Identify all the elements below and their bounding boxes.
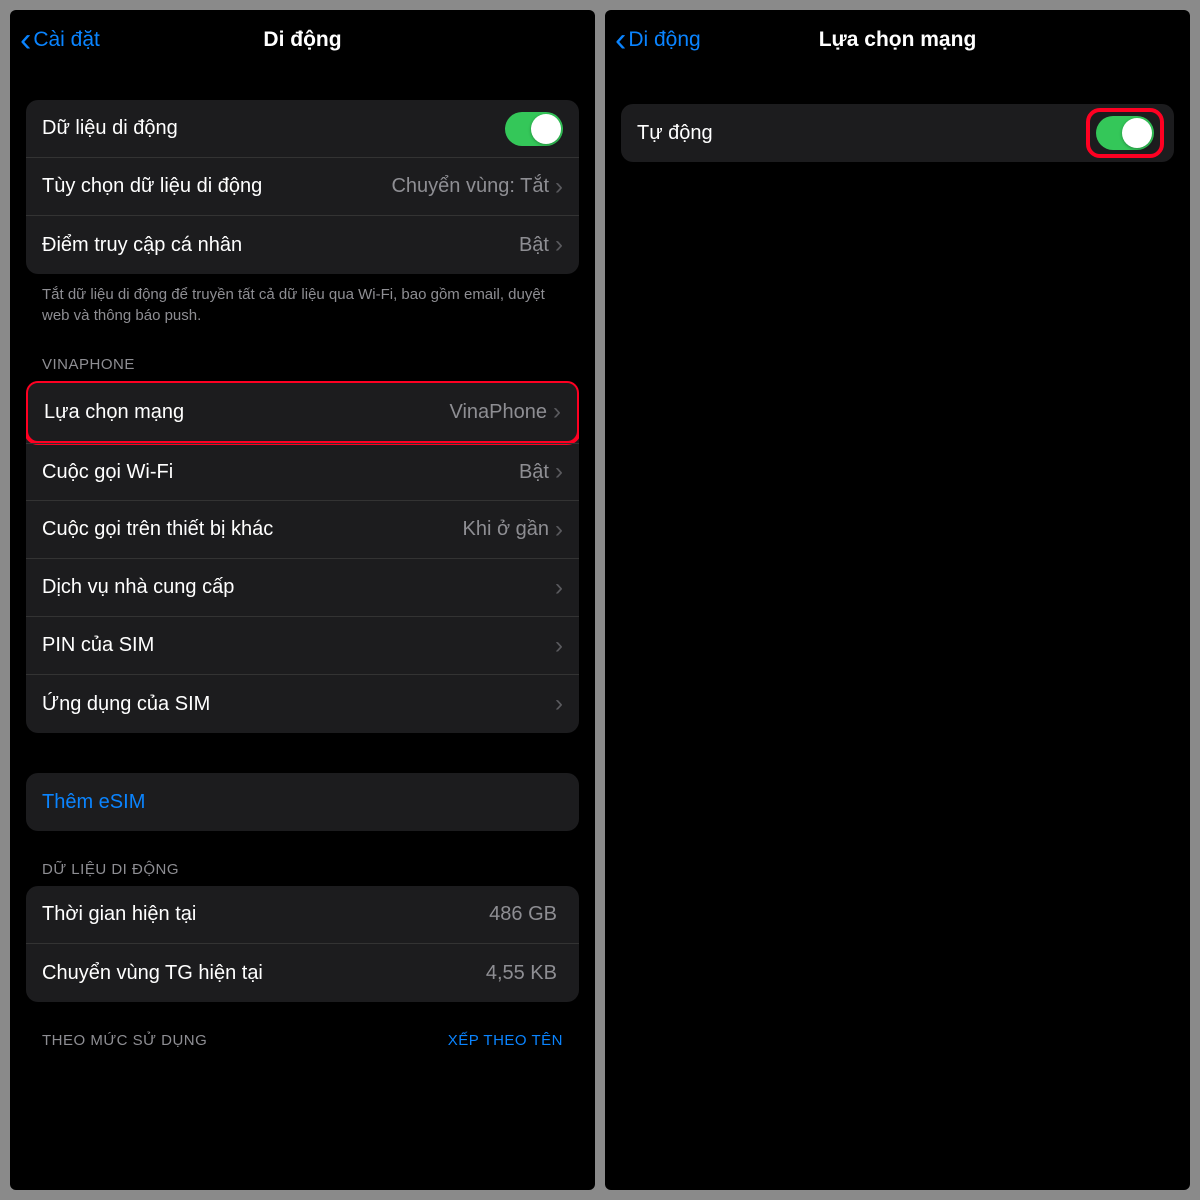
chevron-right-icon: › (555, 173, 563, 201)
chevron-right-icon: › (555, 632, 563, 660)
back-button[interactable]: ‹ Di động (615, 23, 701, 57)
row-current-roaming[interactable]: Chuyển vùng TG hiện tại 4,55 KB (26, 944, 579, 1002)
chevron-left-icon: ‹ (20, 23, 31, 57)
row-cellular-data[interactable]: Dữ liệu di động (26, 100, 579, 158)
group-cellular: Dữ liệu di động Tùy chọn dữ liệu di động… (26, 100, 579, 274)
highlight-automatic-toggle (1086, 108, 1164, 158)
current-period-label: Thời gian hiện tại (42, 903, 196, 926)
row-add-esim[interactable]: Thêm eSIM (26, 773, 579, 831)
group-automatic: Tự động (621, 104, 1174, 162)
back-button[interactable]: ‹ Cài đặt (20, 23, 100, 57)
current-roaming-label: Chuyển vùng TG hiện tại (42, 962, 263, 985)
highlight-network-selection: Lựa chọn mạng VinaPhone › (26, 381, 579, 445)
back-label: Cài đặt (33, 28, 100, 52)
cellular-options-value: Chuyển vùng: Tắt (391, 175, 549, 198)
row-cellular-options[interactable]: Tùy chọn dữ liệu di động Chuyển vùng: Tắ… (26, 158, 579, 216)
current-period-value: 486 GB (489, 903, 557, 926)
other-devices-label: Cuộc gọi trên thiết bị khác (42, 518, 273, 541)
other-devices-value: Khi ở gần (462, 518, 549, 541)
settings-content: Tự động (605, 70, 1190, 1190)
row-wifi-calling[interactable]: Cuộc gọi Wi-Fi Bật › (26, 443, 579, 501)
chevron-right-icon: › (555, 458, 563, 486)
row-automatic[interactable]: Tự động (621, 104, 1174, 162)
phone-right: ‹ Di động Lựa chọn mạng Tự động (605, 10, 1190, 1190)
row-sim-applications[interactable]: Ứng dụng của SIM › (26, 675, 579, 733)
settings-content: Dữ liệu di động Tùy chọn dữ liệu di động… (10, 70, 595, 1190)
hotspot-value: Bật (519, 234, 549, 257)
group-esim: Thêm eSIM (26, 773, 579, 831)
usage-header-label: THEO MỨC SỬ DỤNG (42, 1032, 207, 1049)
cellular-footer-text: Tắt dữ liệu di động để truyền tất cả dữ … (26, 274, 579, 326)
wifi-calling-label: Cuộc gọi Wi-Fi (42, 461, 173, 484)
cellular-data-toggle[interactable] (505, 112, 563, 146)
chevron-right-icon: › (555, 574, 563, 602)
back-label: Di động (628, 28, 700, 52)
row-hotspot[interactable]: Điểm truy cập cá nhân Bật › (26, 216, 579, 274)
chevron-left-icon: ‹ (615, 23, 626, 57)
network-selection-label: Lựa chọn mạng (44, 401, 184, 424)
add-esim-label: Thêm eSIM (42, 791, 145, 814)
group-data-usage: Thời gian hiện tại 486 GB Chuyển vùng TG… (26, 886, 579, 1002)
chevron-right-icon: › (555, 516, 563, 544)
sort-button[interactable]: XẾP THEO TÊN (448, 1032, 563, 1049)
row-carrier-services[interactable]: Dịch vụ nhà cung cấp › (26, 559, 579, 617)
chevron-right-icon: › (555, 231, 563, 259)
phone-left: ‹ Cài đặt Di động Dữ liệu di động Tùy ch… (10, 10, 595, 1190)
chevron-right-icon: › (555, 690, 563, 718)
chevron-right-icon: › (553, 398, 561, 426)
sim-pin-label: PIN của SIM (42, 634, 154, 657)
network-selection-value: VinaPhone (450, 401, 548, 424)
automatic-label: Tự động (637, 122, 713, 145)
row-network-selection[interactable]: Lựa chọn mạng VinaPhone › (28, 383, 577, 441)
nav-bar: ‹ Cài đặt Di động (10, 10, 595, 70)
group-carrier: Lựa chọn mạng VinaPhone › Cuộc gọi Wi-Fi… (26, 381, 579, 733)
carrier-services-label: Dịch vụ nhà cung cấp (42, 576, 234, 599)
wifi-calling-value: Bật (519, 461, 549, 484)
automatic-toggle[interactable] (1096, 116, 1154, 150)
carrier-header: VINAPHONE (26, 326, 579, 381)
usage-sort-header: THEO MỨC SỬ DỤNG XẾP THEO TÊN (26, 1002, 579, 1057)
nav-bar: ‹ Di động Lựa chọn mạng (605, 10, 1190, 70)
hotspot-label: Điểm truy cập cá nhân (42, 234, 242, 257)
row-current-period[interactable]: Thời gian hiện tại 486 GB (26, 886, 579, 944)
row-sim-pin[interactable]: PIN của SIM › (26, 617, 579, 675)
cellular-options-label: Tùy chọn dữ liệu di động (42, 175, 262, 198)
cellular-data-label: Dữ liệu di động (42, 117, 178, 140)
current-roaming-value: 4,55 KB (486, 962, 557, 985)
row-calls-other-devices[interactable]: Cuộc gọi trên thiết bị khác Khi ở gần › (26, 501, 579, 559)
sim-app-label: Ứng dụng của SIM (42, 693, 210, 716)
data-usage-header: DỮ LIỆU DI ĐỘNG (26, 831, 579, 886)
